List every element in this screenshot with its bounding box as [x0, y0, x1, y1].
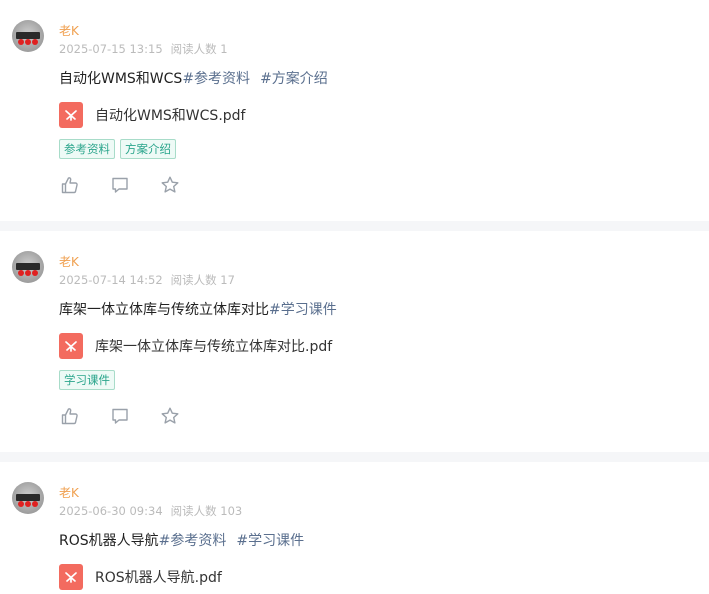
author-name[interactable]: 老K [59, 255, 79, 269]
avatar[interactable] [12, 20, 44, 52]
pdf-icon [59, 564, 83, 590]
hashtag-link[interactable]: #参考资料 [159, 533, 227, 549]
hashtag-link[interactable]: #学习课件 [236, 533, 304, 549]
file-attachment[interactable]: 自动化WMS和WCS.pdf [59, 102, 245, 128]
file-attachment[interactable]: ROS机器人导航.pdf [59, 564, 222, 590]
post-title-text: ROS机器人导航 [59, 533, 159, 549]
post-title-text: 自动化WMS和WCS [59, 71, 183, 87]
comment-button[interactable] [109, 174, 131, 196]
post-date: 2025-06-30 09:34 [59, 504, 163, 518]
comment-icon [112, 408, 128, 424]
post-separator [0, 221, 709, 231]
post-meta: 2025-07-15 13:15 阅读人数 1 [59, 42, 228, 56]
file-name[interactable]: ROS机器人导航.pdf [95, 567, 222, 587]
post-separator [0, 452, 709, 462]
thumbs-up-icon [61, 177, 78, 194]
reader-count: 阅读人数 17 [170, 273, 235, 287]
thumbs-up-icon [61, 408, 78, 425]
hashtag-link[interactable]: #方案介绍 [260, 71, 328, 87]
author-name[interactable]: 老K [59, 24, 79, 38]
post-title[interactable]: 自动化WMS和WCS#参考资料 #方案介绍 [59, 70, 328, 88]
like-button[interactable] [59, 174, 81, 196]
comment-icon [112, 177, 128, 193]
author-name[interactable]: 老K [59, 486, 79, 500]
reader-count: 阅读人数 1 [170, 42, 228, 56]
pdf-icon [59, 102, 83, 128]
post-date: 2025-07-15 13:15 [59, 42, 163, 56]
tag-chip[interactable]: 方案介绍 [120, 139, 176, 159]
hashtag-link[interactable]: #学习课件 [269, 302, 337, 318]
post-card: 老K 2025-07-15 13:15 阅读人数 1 自动化WMS和WCS#参考资… [0, 0, 709, 221]
post-card: 老K 2025-06-30 09:34 阅读人数 103 ROS机器人导航#参考资… [0, 462, 709, 594]
file-name[interactable]: 库架一体立体库与传统立体库对比.pdf [95, 336, 332, 356]
tag-list: 学习课件 [59, 370, 115, 390]
avatar[interactable] [12, 482, 44, 514]
post-feed: 老K 2025-07-15 13:15 阅读人数 1 自动化WMS和WCS#参考资… [0, 0, 709, 594]
post-meta: 2025-06-30 09:34 阅读人数 103 [59, 504, 242, 518]
file-name[interactable]: 自动化WMS和WCS.pdf [95, 105, 245, 125]
tag-list: 参考资料 方案介绍 [59, 139, 176, 159]
file-attachment[interactable]: 库架一体立体库与传统立体库对比.pdf [59, 333, 332, 359]
post-title[interactable]: 库架一体立体库与传统立体库对比#学习课件 [59, 301, 337, 319]
comment-button[interactable] [109, 405, 131, 427]
star-icon [161, 407, 179, 424]
star-icon [161, 176, 179, 193]
avatar[interactable] [12, 251, 44, 283]
post-card: 老K 2025-07-14 14:52 阅读人数 17 库架一体立体库与传统立体库… [0, 231, 709, 452]
favorite-button[interactable] [159, 405, 181, 427]
like-button[interactable] [59, 405, 81, 427]
favorite-button[interactable] [159, 174, 181, 196]
post-title[interactable]: ROS机器人导航#参考资料 #学习课件 [59, 532, 304, 550]
pdf-icon [59, 333, 83, 359]
post-date: 2025-07-14 14:52 [59, 273, 163, 287]
tag-chip[interactable]: 参考资料 [59, 139, 115, 159]
post-meta: 2025-07-14 14:52 阅读人数 17 [59, 273, 235, 287]
post-actions [59, 174, 209, 196]
tag-chip[interactable]: 学习课件 [59, 370, 115, 390]
post-actions [59, 405, 209, 427]
post-title-text: 库架一体立体库与传统立体库对比 [59, 302, 269, 318]
reader-count: 阅读人数 103 [170, 504, 243, 518]
hashtag-link[interactable]: #参考资料 [182, 71, 250, 87]
